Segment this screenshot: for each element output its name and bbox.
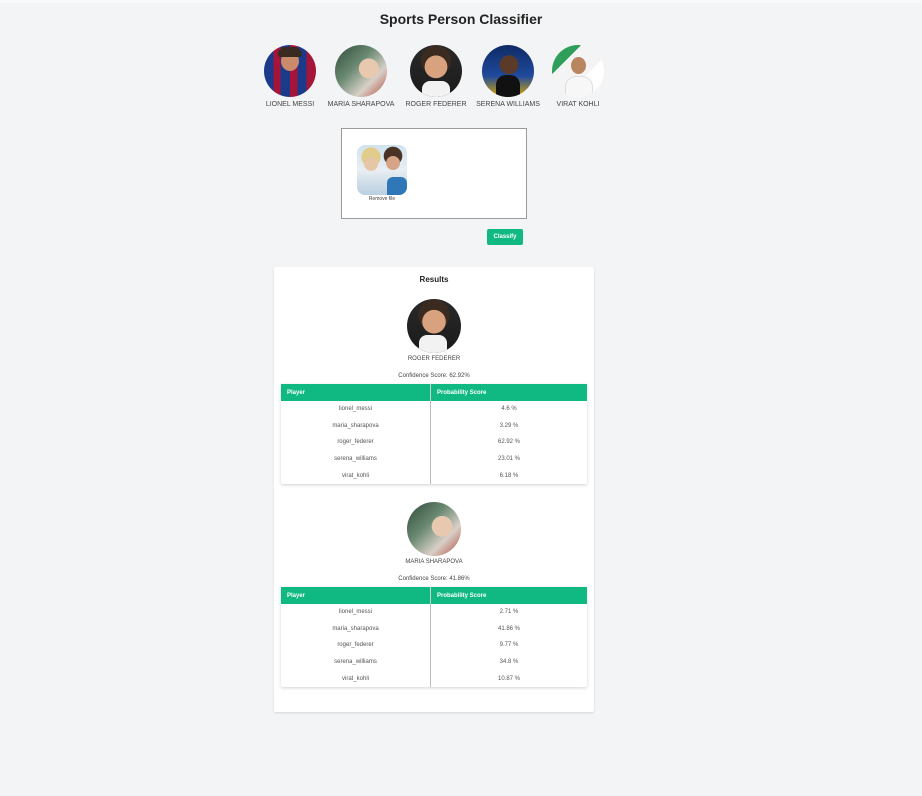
player-name: SERENA WILLIAMS [476,101,540,108]
player-cell: lionel_messi [281,401,431,418]
table-row: roger_federer 62.92 % [281,434,587,451]
score-cell: 62.92 % [497,439,521,446]
sharapova-avatar [407,502,461,556]
result-player-name: ROGER FEDERER [407,356,461,362]
table-row: lionel_messi 2.71 % [281,604,587,621]
table-row: roger_federer 9.77 % [281,637,587,654]
player-cell: virat_kohli [281,467,431,484]
classify-button[interactable]: Classify [487,229,523,245]
page-title: Sports Person Classifier [379,11,543,27]
player-card-messi[interactable]: LIONEL MESSI [250,45,330,108]
score-cell: 2.71 % [499,609,519,616]
sharapova-avatar [335,45,387,97]
confidence-score: Confidence Score: 41.86% [398,576,470,582]
table-row: virat_kohli 10.87 % [281,670,587,687]
score-cell: 34.8 % [499,659,519,666]
score-cell: 10.87 % [497,675,521,682]
player-cell: maria_sharapova [281,620,431,638]
serena-avatar [482,45,534,97]
score-cell: 9.77 % [499,642,519,649]
player-cell: virat_kohli [281,670,431,687]
remove-file-link[interactable]: Remove file [357,196,407,202]
uploaded-image-thumbnail [357,145,407,195]
score-cell: 23.01 % [497,456,521,463]
score-cell: 41.86 % [497,625,521,632]
table-row: maria_sharapova 3.29 % [281,417,587,435]
player-card-sharapova[interactable]: MARIA SHARAPOVA [321,45,401,108]
player-card-kohli[interactable]: VIRAT KOHLI [538,45,618,108]
table-row: serena_williams 34.8 % [281,653,587,671]
column-header-player: Player [281,587,431,604]
score-cell: 4.6 % [501,406,517,413]
confidence-score: Confidence Score: 62.92% [398,373,470,379]
result-player-name: MARIA SHARAPOVA [405,559,463,565]
player-cell: serena_williams [281,450,431,468]
player-card-serena[interactable]: SERENA WILLIAMS [468,45,548,108]
player-name: LIONEL MESSI [265,101,315,108]
column-header-probability: Probability Score [430,587,587,604]
messi-avatar [264,45,316,97]
score-cell: 3.29 % [499,422,519,429]
results-panel: Results ROGER FEDERER Confidence Score: … [274,267,594,712]
column-header-probability: Probability Score [430,384,587,401]
player-name: MARIA SHARAPOVA [327,101,395,108]
player-cell: serena_williams [281,653,431,671]
score-cell: 6.18 % [499,472,519,479]
federer-avatar [410,45,462,97]
player-cell: lionel_messi [281,604,431,621]
player-gallery: LIONEL MESSI MARIA SHARAPOVA ROGER FEDER… [0,45,922,115]
table-row: lionel_messi 4.6 % [281,401,587,418]
top-bar [0,0,922,3]
probability-table: Player Probability Score lionel_messi 2.7… [281,587,587,687]
player-card-federer[interactable]: ROGER FEDERER [396,45,476,108]
federer-avatar [407,299,461,353]
player-name: VIRAT KOHLI [556,101,600,108]
table-row: virat_kohli 6.18 % [281,467,587,484]
file-dropzone[interactable]: Remove file [341,128,527,219]
kohli-avatar [552,45,604,97]
table-row: maria_sharapova 41.86 % [281,620,587,638]
player-name: ROGER FEDERER [405,101,467,108]
player-cell: roger_federer [281,434,431,451]
table-row: serena_williams 23.01 % [281,450,587,468]
probability-table: Player Probability Score lionel_messi 4.6… [281,384,587,484]
column-header-player: Player [281,384,431,401]
player-cell: maria_sharapova [281,417,431,435]
results-title: Results [419,275,449,284]
player-cell: roger_federer [281,637,431,654]
